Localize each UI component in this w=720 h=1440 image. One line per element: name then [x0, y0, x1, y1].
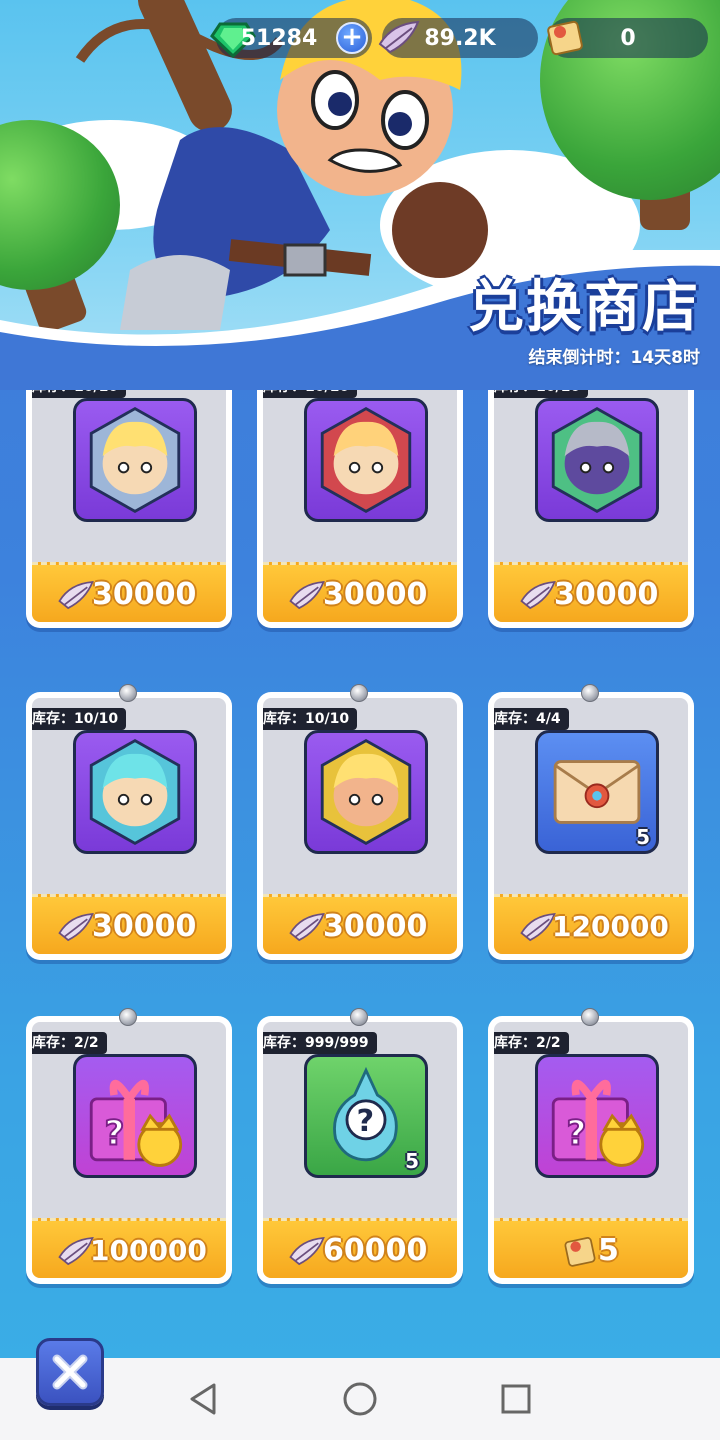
card-body: 库存：2/2? 100000	[32, 1022, 226, 1278]
feather-amount: 89.2K	[424, 25, 496, 51]
feather-icon	[287, 575, 327, 615]
card-body: 库存：10/10 30000	[32, 698, 226, 954]
stock-label: 库存：4/4	[494, 708, 569, 730]
buy-price-button[interactable]: 30000	[494, 562, 688, 622]
feather-icon	[56, 907, 96, 947]
stock-label: 库存：10/10	[263, 390, 358, 398]
hero-ninja-portrait-icon	[538, 401, 656, 519]
nav-recents-button[interactable]	[488, 1371, 544, 1427]
item-tile	[535, 398, 659, 522]
item-tile	[73, 730, 197, 854]
mystery-gift-box-icon: ?	[76, 1057, 194, 1175]
system-navigation-bar	[0, 1358, 720, 1440]
buy-price-button[interactable]: 5	[494, 1218, 688, 1278]
card-body: 库存：2/2? 5	[494, 1022, 688, 1278]
stock-label: 库存：10/10	[32, 708, 127, 730]
price-value: 30000	[554, 577, 659, 612]
shop-item-card[interactable]: 库存：10/10 30000	[26, 684, 232, 960]
feather-icon	[287, 1231, 327, 1271]
shop-item-card[interactable]: 库存：4/4 5 120000	[488, 684, 694, 960]
card-body: 库存：999/999? 5 60000	[263, 1022, 457, 1278]
card-body: 库存：10/10 30000	[494, 390, 688, 622]
stock-label: 库存：2/2	[494, 1032, 569, 1054]
feather-icon	[56, 575, 96, 615]
back-icon	[190, 1383, 216, 1415]
hero-cyan-glasses-portrait-icon	[76, 733, 194, 851]
shop-item-card[interactable]: 库存：10/10 30000	[488, 390, 694, 628]
home-icon	[343, 1382, 377, 1416]
pin-icon	[581, 684, 599, 702]
buy-price-button[interactable]: 120000	[494, 894, 688, 954]
card-body: 库存：4/4 5 120000	[494, 698, 688, 954]
buy-price-button[interactable]: 30000	[32, 894, 226, 954]
ticket-icon	[560, 1231, 600, 1271]
gem-amount: 51284	[240, 25, 318, 51]
close-icon	[52, 1354, 88, 1390]
page-title: 兑换商店	[468, 275, 700, 340]
price-value: 30000	[92, 577, 197, 612]
buy-price-button[interactable]: 100000	[32, 1218, 226, 1278]
ticket-amount: 0	[620, 25, 636, 51]
shop-item-card[interactable]: 库存：10/10 30000	[26, 390, 232, 628]
shop-item-card[interactable]: 库存：2/2? 5	[488, 1008, 694, 1284]
pin-icon	[119, 684, 137, 702]
currency-tickets: 0	[547, 18, 708, 58]
item-tile: ?	[73, 1054, 197, 1178]
mystery-gift-box-icon: ?	[538, 1057, 656, 1175]
price-value: 30000	[323, 577, 428, 612]
price-value: 30000	[323, 909, 428, 944]
add-gems-button[interactable]: +	[336, 22, 368, 54]
price-value: 30000	[92, 909, 197, 944]
stock-label: 库存：999/999	[263, 1032, 377, 1054]
pin-icon	[119, 1008, 137, 1026]
hero-banner: 51284 + 89.2K 0 兑换商店 结束倒计时：14天8时	[0, 0, 720, 390]
feather-icon	[518, 575, 558, 615]
buy-price-button[interactable]: 30000	[32, 562, 226, 622]
currency-feathers: 89.2K	[378, 18, 538, 58]
svg-text:?: ?	[105, 1114, 125, 1154]
price-value: 60000	[323, 1233, 428, 1268]
card-body: 库存：10/10 30000	[263, 390, 457, 622]
card-body: 库存：10/10 30000	[32, 390, 226, 622]
item-tile: ? 5	[304, 1054, 428, 1178]
currency-gems: 51284 +	[210, 18, 372, 59]
buy-price-button[interactable]: 30000	[263, 894, 457, 954]
item-tile: ?	[535, 1054, 659, 1178]
price-value: 120000	[552, 910, 669, 943]
nav-home-button[interactable]	[332, 1371, 388, 1427]
card-body: 库存：10/10 30000	[263, 698, 457, 954]
stock-label: 库存：10/10	[494, 390, 589, 398]
hero-blonde-spiky-portrait-icon	[307, 733, 425, 851]
stock-label: 库存：10/10	[263, 708, 358, 730]
stock-label: 库存：10/10	[32, 390, 127, 398]
nav-back-button[interactable]	[176, 1371, 232, 1427]
item-quantity: 5	[405, 1149, 419, 1173]
close-button[interactable]	[36, 1338, 104, 1406]
stock-label: 库存：2/2	[32, 1032, 107, 1054]
item-tile	[304, 398, 428, 522]
pin-icon	[350, 1008, 368, 1026]
shop-item-card[interactable]: 库存：10/10 30000	[257, 390, 463, 628]
pin-icon	[350, 684, 368, 702]
svg-text:?: ?	[356, 1104, 374, 1139]
recents-icon	[501, 1384, 531, 1414]
countdown-timer: 结束倒计时：14天8时	[528, 348, 701, 368]
shop-item-card[interactable]: 库存：10/10 30000	[257, 684, 463, 960]
buy-price-button[interactable]: 60000	[263, 1218, 457, 1278]
price-value: 100000	[90, 1234, 207, 1267]
feather-icon	[287, 907, 327, 947]
shop-item-card[interactable]: 库存：2/2? 100000	[26, 1008, 232, 1284]
item-tile: 5	[535, 730, 659, 854]
item-tile	[73, 398, 197, 522]
buy-price-button[interactable]: 30000	[263, 562, 457, 622]
pin-icon	[581, 1008, 599, 1026]
hero-blonde-bun-portrait-icon	[76, 401, 194, 519]
item-quantity: 5	[636, 825, 650, 849]
price-value: 5	[598, 1233, 619, 1268]
hero-blonde-girl-portrait-icon	[307, 401, 425, 519]
shop-grid[interactable]: 库存：10/1030000库存：10/1030000库存：10/1030000库…	[0, 390, 720, 1300]
shop-item-card[interactable]: 库存：999/999? 5 60000	[257, 1008, 463, 1284]
item-tile	[304, 730, 428, 854]
svg-text:?: ?	[567, 1114, 587, 1154]
